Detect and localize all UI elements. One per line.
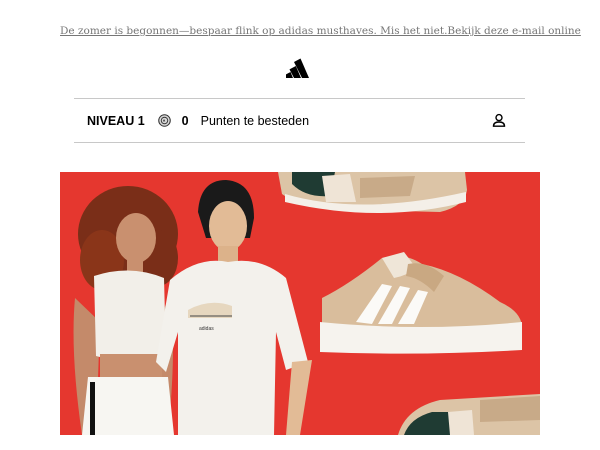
hero-banner[interactable]: adidas xyxy=(60,172,540,435)
points-coin-icon xyxy=(157,114,171,127)
view-online-link[interactable]: Bekijk deze e-mail online xyxy=(447,25,580,37)
points-count: 0 xyxy=(181,113,189,128)
hero-illustration: adidas xyxy=(73,172,540,435)
tshirt-print-text: adidas xyxy=(199,326,214,332)
loyalty-bar: NIVEAU 1 0 Punten te besteden xyxy=(74,99,525,142)
promo-link[interactable]: De zomer is begonnen—bespaar flink op ad… xyxy=(60,25,447,37)
loyalty-level: NIVEAU 1 xyxy=(87,113,145,128)
user-account-icon[interactable] xyxy=(492,113,506,127)
points-label: Punten te besteden xyxy=(200,113,310,128)
divider-bottom xyxy=(74,142,525,143)
sneaker-bottom-image xyxy=(398,394,540,435)
sneaker-main-image xyxy=(320,252,522,354)
adidas-logo-icon[interactable] xyxy=(285,58,315,78)
email-header-bar: De zomer is begonnen—bespaar flink op ad… xyxy=(60,23,581,39)
woman-model-image xyxy=(73,186,178,435)
sneaker-top-image xyxy=(278,172,467,213)
man-model-image: adidas xyxy=(156,180,312,435)
